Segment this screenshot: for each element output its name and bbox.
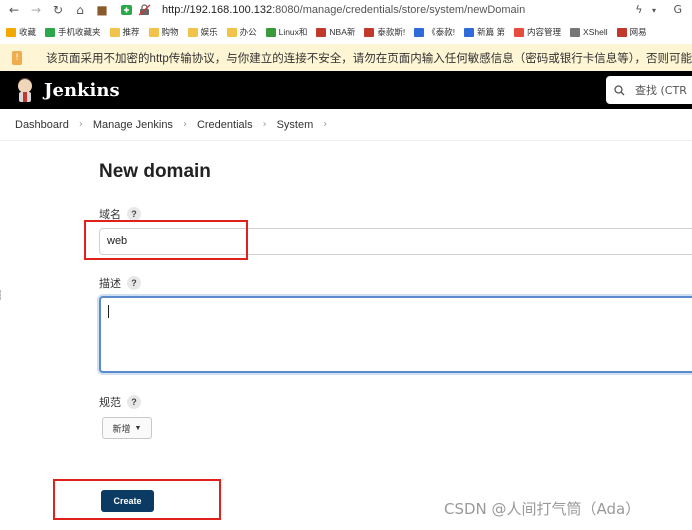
chevron-right-icon: › (78, 119, 83, 130)
bookmark-icon (148, 27, 159, 37)
bookmark-label: 购物 (161, 27, 179, 37)
text-caret (108, 305, 109, 318)
bookmark-icon (570, 27, 581, 37)
help-icon[interactable]: ? (127, 276, 141, 290)
reload-icon[interactable]: ↻ (50, 3, 66, 17)
jenkins-logo-icon[interactable] (14, 77, 36, 103)
bookmark-item[interactable]: 新篇 第 (464, 26, 505, 38)
page-title: New domain (99, 161, 211, 182)
bookmark-item[interactable]: 办公 (226, 26, 257, 38)
bookmark-label: 内容管理 (527, 27, 562, 37)
bookmark-item[interactable]: 《泰款! (414, 26, 455, 38)
bookmark-item[interactable]: 收藏 (6, 26, 36, 38)
breadcrumb-system[interactable]: System (277, 119, 314, 131)
browser-actions: ϟ ▾ G (635, 3, 682, 16)
bookmarks-bar: 收藏 手机收藏夹 推荐 购物 娱乐 办公 Linux和 NBA新 泰款斯! 《泰款! 新篇 第 内容管… (0, 20, 692, 44)
description-label: 描述 (99, 278, 121, 290)
insecure-warning-banner: ! 该页面采用不加密的http传输协议，与你建立的连接不安全，请勿在页面内输入任… (0, 44, 692, 71)
search-icon (614, 84, 625, 95)
dropdown-arrow-icon[interactable]: ▾ (652, 6, 656, 15)
warning-text: 该页面采用不加密的http传输协议，与你建立的连接不安全，请勿在页面内输入任何敏… (46, 52, 692, 65)
bookmark-label: 办公 (239, 27, 257, 37)
bookmark-label: NBA新 (329, 27, 356, 37)
breadcrumb-credentials[interactable]: Credentials (197, 119, 253, 131)
bookmark-icon (464, 27, 475, 37)
bookmark-label: 娱乐 (200, 27, 218, 37)
bookmark-item[interactable]: 娱乐 (187, 26, 218, 38)
url-path: :8080/manage/credentials/store/system/ne… (272, 4, 526, 16)
bookmark-icon (226, 27, 237, 37)
bookmark-item[interactable]: 手机收藏夹 (45, 26, 101, 38)
breadcrumb: Dashboard › Manage Jenkins › Credentials… (0, 109, 692, 141)
bookmark-label: 推荐 (122, 27, 140, 37)
jenkins-header: Jenkins 查找 (CTR (0, 71, 692, 109)
bookmark-label: 手机收藏夹 (58, 27, 101, 37)
bookmark-icon (187, 27, 198, 37)
warning-icon: ! (12, 50, 23, 65)
bookmark-label: 收藏 (19, 27, 37, 37)
bookmark-item[interactable]: 推荐 (109, 26, 140, 38)
extension-icon[interactable]: ■ (94, 3, 110, 17)
bookmark-label: XShell (583, 27, 608, 37)
bookmark-icon (265, 27, 276, 37)
back-icon[interactable]: ← (6, 3, 22, 17)
bookmark-icon (414, 27, 425, 37)
add-specification-dropdown[interactable]: 新增 ▼ (102, 417, 152, 439)
bookmark-label: 网易 (629, 27, 647, 37)
app-title[interactable]: Jenkins (44, 80, 120, 101)
search-placeholder: 查找 (CTR (635, 84, 687, 97)
star-icon (6, 27, 16, 37)
bookmark-item[interactable]: Linux和 (265, 26, 308, 38)
bookmark-item[interactable]: NBA新 (316, 26, 355, 38)
chevron-right-icon[interactable]: › (323, 119, 327, 130)
caret-down-icon: ▼ (134, 424, 142, 432)
home-icon[interactable]: ⌂ (72, 3, 88, 17)
bookmark-label: 泰款斯! (377, 27, 406, 37)
bookmark-item[interactable]: 购物 (148, 26, 179, 38)
help-icon[interactable]: ? (127, 395, 141, 409)
bookmark-icon (616, 27, 627, 37)
specification-label: 规范 (99, 397, 121, 409)
bookmark-item[interactable]: 内容管理 (514, 26, 561, 38)
insecure-lock-icon[interactable] (138, 4, 152, 16)
browser-address-bar: ← → ↻ ⌂ ■ http://192.168.100.132:8080/ma… (0, 0, 692, 20)
chevron-right-icon: › (182, 119, 187, 130)
bookmark-label: Linux和 (278, 27, 308, 37)
description-label-row: 描述 ? (99, 275, 141, 291)
watermark: CSDN @人间打气筒（Ada） (444, 500, 641, 518)
annotation-box-domain (84, 220, 248, 260)
breadcrumb-dashboard[interactable]: Dashboard (15, 119, 69, 131)
bookmark-icon (109, 27, 120, 37)
bookmark-icon (364, 27, 375, 37)
specification-label-row: 规范 ? (99, 394, 141, 410)
divider (0, 290, 3, 300)
bookmark-label: 《泰款! (427, 27, 456, 37)
help-icon[interactable]: ? (127, 207, 141, 221)
bookmark-label: 新篇 第 (477, 27, 506, 37)
annotation-box-create (53, 479, 221, 520)
breadcrumb-manage-jenkins[interactable]: Manage Jenkins (93, 119, 173, 131)
shield-icon (121, 5, 132, 15)
bookmark-icon (45, 27, 56, 37)
url-field[interactable]: http://192.168.100.132:8080/manage/crede… (162, 4, 525, 16)
bookmark-icon (316, 27, 327, 37)
chevron-right-icon: › (262, 119, 267, 130)
search-engine-icon[interactable]: G (673, 3, 682, 16)
forward-icon[interactable]: → (28, 3, 44, 17)
description-textarea[interactable] (99, 296, 692, 373)
add-label: 新增 (112, 423, 131, 434)
search-box[interactable]: 查找 (CTR (606, 76, 692, 104)
url-host: http://192.168.100.132 (162, 4, 273, 16)
bookmark-item[interactable]: XShell (570, 27, 608, 37)
bookmark-icon (514, 27, 525, 37)
bookmark-item[interactable]: 泰款斯! (364, 26, 405, 38)
bookmark-item[interactable]: 网易 (616, 26, 647, 38)
lightning-icon[interactable]: ϟ (635, 3, 642, 16)
